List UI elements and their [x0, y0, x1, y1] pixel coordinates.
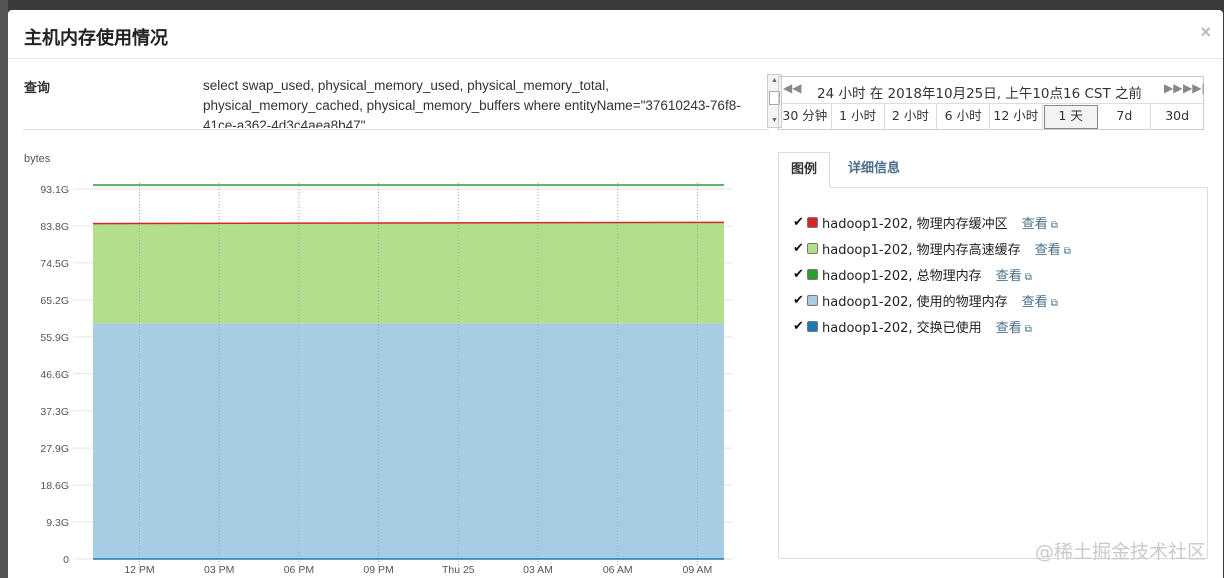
- legend-swatch: [807, 242, 818, 254]
- y-tick-label: 74.5G: [40, 258, 69, 270]
- time-range-button[interactable]: 30 分钟: [779, 104, 832, 130]
- view-link-text[interactable]: 查看: [1022, 217, 1048, 232]
- y-tick-label: 18.6G: [40, 480, 69, 492]
- external-link-icon: ⧉: [1050, 297, 1058, 309]
- time-range-selector: ◀◀ 24 小时 在 2018年10月25日, 上午10点16 CST 之前 ▶…: [778, 76, 1205, 130]
- legend-swatch: [807, 320, 818, 332]
- x-tick-label: 06 PM: [284, 564, 314, 576]
- x-tick-label: 03 PM: [204, 564, 234, 576]
- time-range-button[interactable]: 1 小时: [832, 104, 885, 130]
- rewind-icon[interactable]: ◀◀: [783, 81, 801, 95]
- y-tick-label: 83.8G: [40, 221, 69, 233]
- view-link-text[interactable]: 查看: [996, 269, 1022, 284]
- check-icon[interactable]: ✔: [793, 215, 805, 230]
- view-link[interactable]: 查看 ⧉: [1035, 239, 1071, 258]
- legend-item[interactable]: ✔ hadoop1-202, 总物理内存 查看 ⧉: [793, 264, 1032, 284]
- y-tick-label: 37.3G: [40, 406, 69, 418]
- legend-swatch: [807, 216, 818, 228]
- legend-tabs: 图例 详细信息: [778, 152, 1208, 188]
- x-tick-label: 09 AM: [683, 564, 713, 576]
- legend-label: hadoop1-202, 物理内存高速缓存: [822, 242, 1021, 258]
- legend-panel: ✔ hadoop1-202, 物理内存缓冲区 查看 ⧉ ✔ hadoop1-202, 物理…: [778, 187, 1208, 559]
- external-link-icon: ⧉: [1024, 271, 1032, 283]
- check-icon[interactable]: ✔: [793, 267, 805, 282]
- y-tick-label: 93.1G: [40, 184, 69, 196]
- legend-label: hadoop1-202, 使用的物理内存: [822, 294, 1008, 310]
- external-link-icon: ⧉: [1050, 219, 1058, 231]
- time-range-header: ◀◀ 24 小时 在 2018年10月25日, 上午10点16 CST 之前 ▶…: [779, 77, 1205, 104]
- external-link-icon: ⧉: [1024, 323, 1032, 335]
- y-tick-label: 46.6G: [40, 369, 69, 381]
- skip-to-end-icon[interactable]: ▶▶|: [1183, 81, 1205, 95]
- y-tick-label: 65.2G: [40, 295, 69, 307]
- time-range-button[interactable]: 2 小时: [885, 104, 938, 130]
- external-link-icon: ⧉: [1063, 245, 1071, 257]
- background-page-edge: [0, 0, 8, 578]
- view-link-text[interactable]: 查看: [1035, 243, 1061, 258]
- time-range-button[interactable]: 1 天: [1043, 105, 1098, 129]
- memory-usage-dialog: 主机内存使用情况 × select swap_used, physical_me…: [8, 10, 1223, 578]
- area-physical-memory-cached: [93, 222, 724, 324]
- y-tick-label: 55.9G: [40, 332, 69, 344]
- legend-swatch: [807, 268, 818, 280]
- legend-item[interactable]: ✔ hadoop1-202, 物理内存高速缓存 查看 ⧉: [793, 238, 1071, 258]
- view-link[interactable]: 查看 ⧉: [996, 265, 1032, 284]
- area-physical-memory-used: [93, 323, 724, 559]
- legend-label: hadoop1-202, 物理内存缓冲区: [822, 216, 1008, 232]
- time-range-button[interactable]: 7d: [1099, 104, 1152, 130]
- legend-item[interactable]: ✔ hadoop1-202, 使用的物理内存 查看 ⧉: [793, 290, 1058, 310]
- y-tick-label: 0: [63, 554, 69, 566]
- watermark: @稀土掘金技术社区: [1034, 541, 1206, 563]
- check-icon[interactable]: ✔: [793, 293, 805, 308]
- legend-swatch: [807, 294, 818, 306]
- tab-legend[interactable]: 图例: [778, 152, 831, 188]
- check-icon[interactable]: ✔: [793, 241, 805, 256]
- x-tick-label: 12 PM: [124, 564, 154, 576]
- x-tick-label: 06 AM: [603, 564, 633, 576]
- time-range-buttons: 30 分钟 1 小时 2 小时 6 小时 12 小时 1 天 7d 30d: [779, 104, 1203, 130]
- legend-label: hadoop1-202, 交换已使用: [822, 320, 982, 336]
- view-link[interactable]: 查看 ⧉: [996, 317, 1032, 336]
- y-tick-label: 9.3G: [46, 517, 69, 529]
- y-tick-label: 27.9G: [40, 443, 69, 455]
- legend-item[interactable]: ✔ hadoop1-202, 物理内存缓冲区 查看 ⧉: [793, 212, 1058, 232]
- fast-forward-icon[interactable]: ▶▶: [1164, 81, 1182, 95]
- time-range-label: 24 小时 在 2018年10月25日, 上午10点16 CST 之前: [817, 86, 1143, 102]
- close-button[interactable]: ×: [1200, 22, 1211, 43]
- view-link-text[interactable]: 查看: [1022, 295, 1048, 310]
- x-tick-label: 03 AM: [523, 564, 553, 576]
- view-link[interactable]: 查看 ⧉: [1022, 291, 1058, 310]
- legend-item[interactable]: ✔ hadoop1-202, 交换已使用 查看 ⧉: [793, 316, 1032, 336]
- memory-chart: 0 9.3G 18.6G 27.9G 37.3G 46.6G 55.9G 65.2G 74.5G…: [40, 183, 732, 576]
- x-tick-label: Thu 25: [442, 564, 475, 576]
- time-range-button[interactable]: 6 小时: [937, 104, 990, 130]
- x-tick-label: 09 PM: [363, 564, 393, 576]
- view-link-text[interactable]: 查看: [996, 321, 1022, 336]
- time-range-button[interactable]: 12 小时: [990, 104, 1043, 130]
- view-link[interactable]: 查看 ⧉: [1022, 213, 1058, 232]
- tab-details[interactable]: 详细信息: [836, 152, 912, 188]
- check-icon[interactable]: ✔: [793, 319, 805, 334]
- legend-label: hadoop1-202, 总物理内存: [822, 268, 982, 284]
- time-range-button[interactable]: 30d: [1151, 104, 1203, 130]
